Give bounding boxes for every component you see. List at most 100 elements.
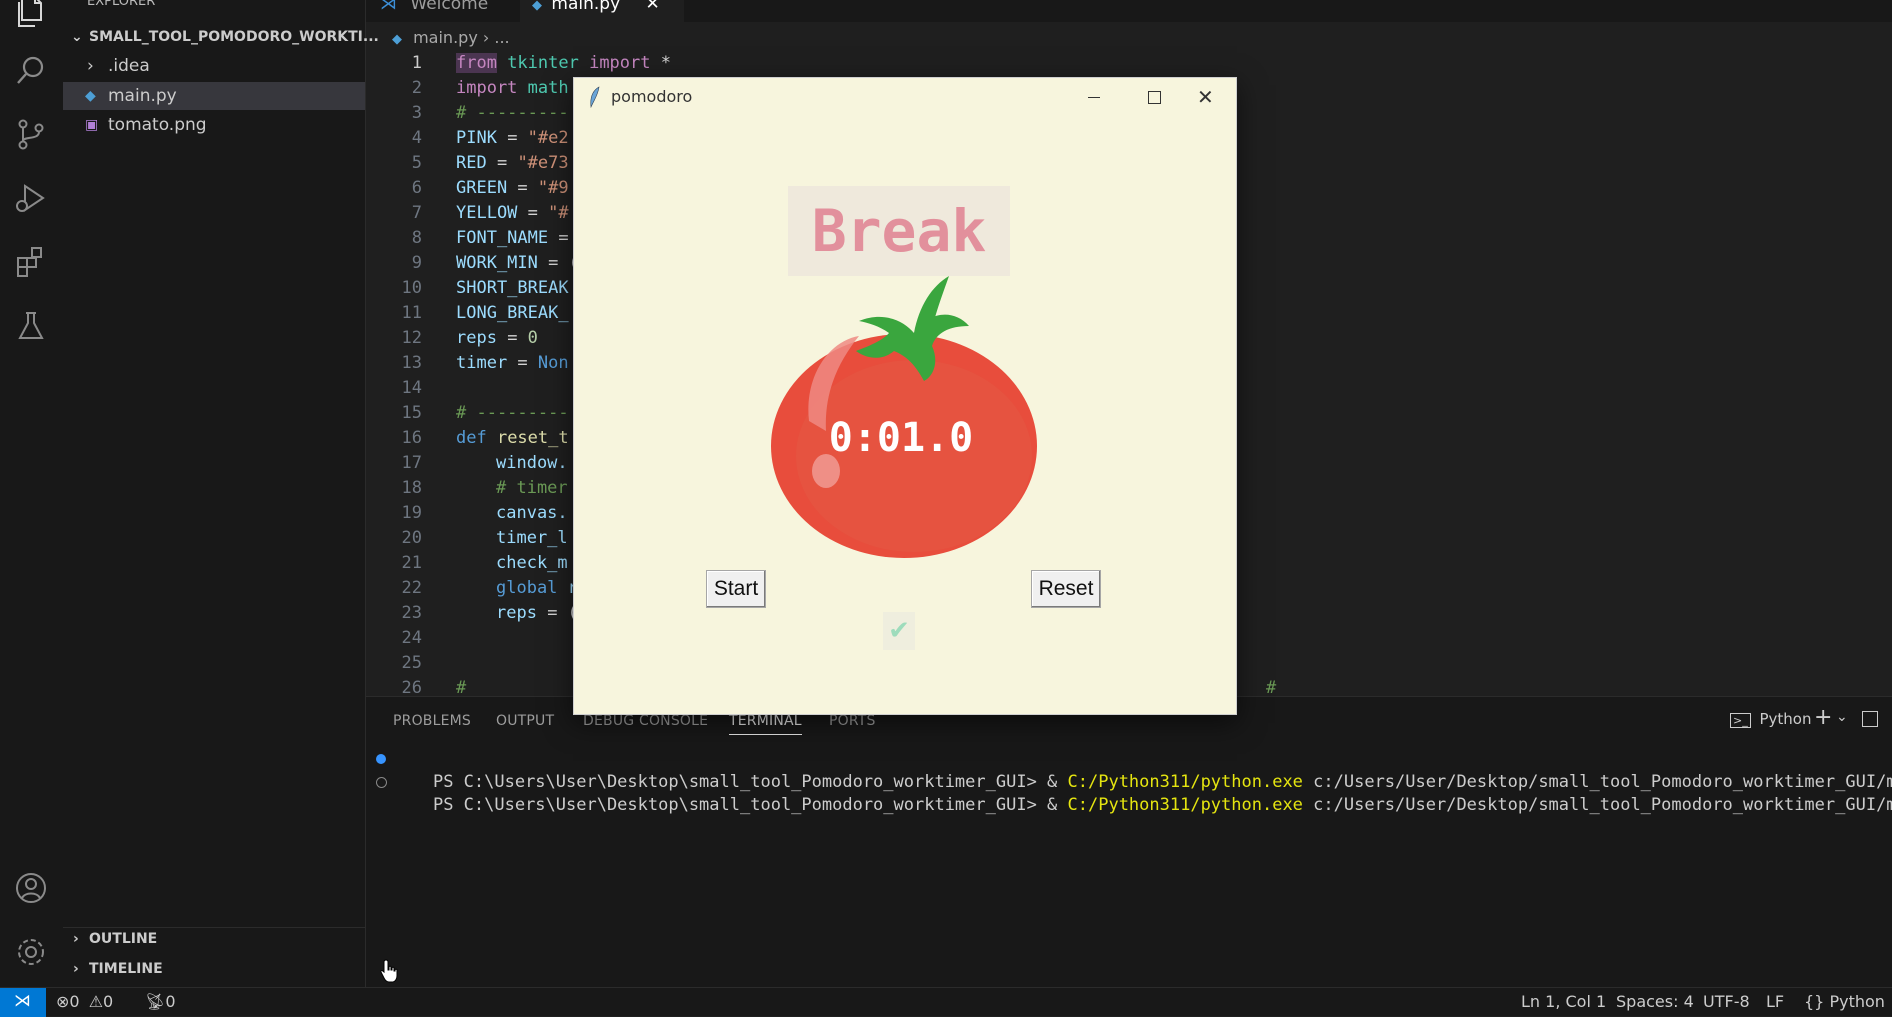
chevron-right-icon: ›	[73, 931, 79, 947]
chevron-right-icon: ›	[87, 56, 94, 76]
project-folder[interactable]: ⌄ SMALL_TOOL_POMODORO_WORKTI...	[63, 23, 379, 51]
minimize-button[interactable]	[1064, 78, 1124, 116]
start-button[interactable]: Start	[706, 570, 766, 608]
line-number: 10	[401, 278, 422, 298]
run-debug-icon[interactable]	[13, 180, 49, 216]
tab-debug-console[interactable]: DEBUG CONSOLE	[583, 713, 708, 729]
testing-flask-icon[interactable]	[13, 308, 49, 344]
explorer-icon[interactable]	[13, 0, 49, 30]
tab-main-py[interactable]: ◆ main.py ✕	[520, 0, 684, 22]
timeline-label: TIMELINE	[89, 961, 163, 977]
remote-indicator[interactable]: ⋊	[0, 988, 46, 1017]
error-icon: ⊗	[56, 992, 70, 1011]
tab-output[interactable]: OUTPUT	[496, 713, 554, 729]
line-number: 5	[411, 153, 422, 173]
extensions-icon[interactable]	[13, 244, 49, 280]
close-icon: ✕	[1197, 85, 1214, 109]
tree-item-idea[interactable]: › .idea	[63, 52, 365, 80]
code-token: RED	[456, 153, 487, 173]
line-number: 22	[401, 578, 422, 598]
line-number: 4	[411, 128, 422, 148]
tab-welcome[interactable]: ⋊ Welcome	[380, 0, 530, 22]
chevron-down-icon: ⌄	[71, 29, 83, 45]
tab-problems[interactable]: PROBLEMS	[393, 713, 471, 729]
chevron-right-icon: ›	[73, 961, 79, 977]
code-token: YELLOW	[456, 203, 518, 223]
code-token: def	[456, 428, 487, 448]
line-number: 23	[401, 603, 422, 623]
line-number: 3	[411, 103, 422, 123]
terminal-arg: c:/Users/User/Desktop/small_tool_Pomodor…	[1313, 795, 1892, 815]
line-number: 15	[401, 403, 422, 423]
line-number: 18	[401, 478, 422, 498]
line-number: 16	[401, 428, 422, 448]
minimize-icon	[1088, 97, 1100, 98]
code-token: =	[507, 353, 538, 373]
breadcrumb-file[interactable]: main.py	[413, 28, 478, 47]
breadcrumb-rest[interactable]: ...	[494, 28, 509, 47]
python-file-icon: ◆	[532, 0, 542, 13]
tree-item-label: .idea	[108, 56, 150, 76]
code-token: window.	[496, 453, 568, 473]
editor-tabs: ⋊ Welcome ◆ main.py ✕	[366, 0, 1892, 22]
code-token: 0	[527, 328, 538, 348]
tree-item-tomato-png[interactable]: ▣ tomato.png	[63, 111, 365, 139]
new-terminal-plus-icon[interactable]: +	[1814, 705, 1832, 730]
outline-section[interactable]: › OUTLINE	[63, 925, 365, 953]
split-panel-icon[interactable]	[1862, 711, 1878, 727]
pomodoro-titlebar[interactable]: pomodoro ✕	[574, 78, 1236, 116]
ports-count: 0	[165, 992, 176, 1011]
search-icon[interactable]	[13, 52, 49, 88]
code-token: =	[507, 178, 538, 198]
command-status-dot-icon	[376, 777, 387, 788]
line-number: 8	[411, 228, 422, 248]
tab-label: main.py	[551, 0, 621, 14]
close-tab-icon[interactable]: ✕	[646, 0, 660, 14]
code-token: SHORT_BREAK	[456, 278, 569, 298]
line-number: 24	[401, 628, 422, 648]
command-status-dot-icon	[376, 754, 386, 764]
code-token: check_m	[496, 553, 568, 573]
language-mode[interactable]: {} Python	[1804, 992, 1885, 1011]
line-ending[interactable]: LF	[1766, 992, 1784, 1011]
tab-ports[interactable]: PORTS	[829, 713, 876, 729]
timeline-section[interactable]: › TIMELINE	[63, 955, 365, 983]
code-token: reps	[456, 328, 497, 348]
source-control-icon[interactable]	[13, 116, 49, 152]
code-token: reps	[496, 603, 537, 623]
code-token: *	[650, 53, 671, 73]
tab-terminal[interactable]: TERMINAL	[729, 713, 802, 735]
check-mark-label: ✔	[883, 612, 915, 650]
tree-item-label: main.py	[108, 86, 177, 106]
code-token: math	[517, 78, 569, 98]
code-token: # ---------	[456, 403, 569, 423]
error-count: 0	[69, 992, 80, 1011]
code-token: =	[496, 328, 528, 348]
account-icon[interactable]	[13, 870, 49, 906]
terminal-profile[interactable]: >_ Python	[1730, 710, 1812, 728]
line-number: 17	[401, 453, 422, 473]
problems-status[interactable]: ⊗0 ⚠0	[56, 992, 113, 1011]
cursor-position[interactable]: Ln 1, Col 1	[1521, 992, 1606, 1011]
line-number: 6	[411, 178, 422, 198]
code-token: FONT_NAME	[456, 228, 549, 248]
encoding[interactable]: UTF-8	[1703, 992, 1750, 1011]
line-number: 2	[411, 78, 422, 98]
close-button[interactable]: ✕	[1176, 78, 1236, 116]
chevron-down-icon[interactable]: ⌄	[1836, 709, 1848, 725]
settings-gear-icon[interactable]	[13, 934, 49, 970]
code-token: global	[496, 578, 558, 598]
pomodoro-window: pomodoro ✕ Break 0:01.0 Start Reset ✔	[573, 77, 1237, 715]
ports-status[interactable]: 📡︎0	[145, 992, 176, 1011]
explorer-sidebar: EXPLORER ⌄ SMALL_TOOL_POMODORO_WORKTI...…	[63, 0, 379, 987]
line-number: 21	[401, 553, 422, 573]
explorer-header: EXPLORER	[87, 0, 156, 9]
code-token: WORK_MIN	[456, 253, 538, 273]
tree-item-main-py[interactable]: ◆ main.py	[63, 82, 365, 110]
code-token: import	[456, 78, 518, 98]
maximize-button[interactable]	[1124, 78, 1184, 116]
reset-button[interactable]: Reset	[1031, 570, 1101, 608]
code-token: =	[548, 228, 569, 248]
vscode-icon: ⋊	[380, 0, 397, 14]
indentation[interactable]: Spaces: 4	[1616, 992, 1694, 1011]
